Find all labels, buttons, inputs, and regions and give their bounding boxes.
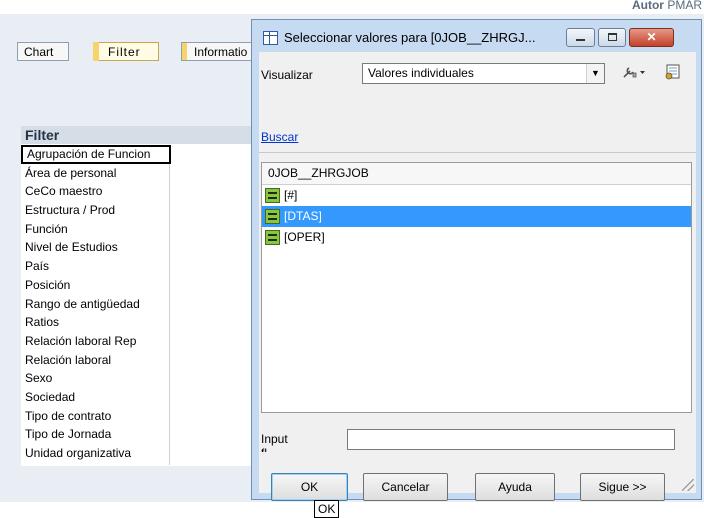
maximize-icon [608,33,617,41]
minimize-button[interactable] [566,28,595,47]
select-values-dialog: Seleccionar valores para [0JOB__ZHRGJ...… [251,19,702,501]
tab-chart-label: Chart [24,45,54,59]
input-label: Input [261,432,288,446]
dialog-titlebar[interactable]: Seleccionar valores para [0JOB__ZHRGJ...… [252,20,701,52]
list-item-label: [#] [284,188,298,202]
filter-item[interactable]: Agrupación de Funcion [21,145,171,164]
ok-tooltip: OK [314,500,340,518]
settings-grid-icon[interactable] [664,64,682,84]
list-item[interactable]: [DTAS] [262,206,691,227]
close-icon: ✕ [646,30,657,44]
next-button[interactable]: Sigue >> [580,473,665,501]
visualizar-value: Valores individuales [368,66,474,80]
visualizar-label: Visualizar [261,68,313,82]
values-list[interactable]: 0JOB__ZHRGJOB [#] [DTAS] [OPER] [261,162,692,413]
filter-item[interactable]: CeCo maestro [21,182,169,201]
resize-grip-icon[interactable] [682,479,694,491]
equals-value-icon [265,209,280,224]
filter-item[interactable]: Posición [21,276,169,295]
filter-item[interactable]: Estructura / Prod [21,201,169,220]
filter-item[interactable]: Sociedad [21,388,169,407]
filter-item[interactable]: Sexo [21,369,169,388]
ok-button[interactable]: OK [271,473,348,501]
list-item-label: [OPER] [284,230,325,244]
filter-item[interactable]: Rango de antigüedad [21,295,169,314]
filter-list: Agrupación de Funcion Área de personal C… [21,145,171,465]
list-column-header[interactable]: 0JOB__ZHRGJOB [262,163,691,185]
dialog-client-area: Visualizar Valores individuales ▼ Buscar… [259,52,696,501]
chevron-down-icon[interactable]: ▼ [586,64,604,83]
cancel-button[interactable]: Cancelar [363,473,448,501]
filter-panel: Filter Agrupación de Funcion Área de per… [21,126,251,466]
visualizar-select[interactable]: Valores individuales ▼ [362,63,605,84]
equals-value-icon [265,230,280,245]
filter-item[interactable]: Área de personal [21,164,169,183]
maximize-button[interactable] [598,28,626,47]
filter-item[interactable]: Nivel de Estudios [21,238,169,257]
dialog-title: Seleccionar valores para [0JOB__ZHRGJ... [284,30,536,45]
filter-item[interactable]: Ratios [21,313,169,332]
author-user: PMAR [667,0,702,12]
wrench-dropdown-icon[interactable] [621,64,647,84]
filter-item[interactable]: Tipo de Jornada [21,425,169,444]
filter-panel-title: Filter [21,126,251,144]
divider [259,152,696,153]
author-label: Autor [631,0,664,12]
minimize-icon [576,39,585,41]
tab-chart[interactable]: Chart [17,42,69,61]
filter-item[interactable]: País [21,257,169,276]
filter-item[interactable]: Tipo de contrato [21,407,169,426]
tab-information[interactable]: Informatio [181,42,261,61]
input-field[interactable] [347,429,675,450]
filter-item[interactable]: Función [21,220,169,239]
close-button[interactable]: ✕ [629,28,674,47]
list-item-label: [DTAS] [284,209,322,223]
window-table-icon [263,31,278,45]
filter-item[interactable]: Relación laboral Rep [21,332,169,351]
equals-value-icon [265,188,280,203]
help-button[interactable]: Ayuda [475,473,555,501]
list-item[interactable]: [#] [262,185,691,206]
input-label-cut: fl... [261,446,288,452]
tab-filter[interactable]: Filter [93,42,159,61]
filter-item[interactable]: Relación laboral [21,351,169,370]
tab-filter-label: Filter [108,45,141,59]
list-item[interactable]: [OPER] [262,227,691,248]
author-info: Autor PMAR [632,0,702,12]
filter-item[interactable]: Unidad organizativa [21,444,169,463]
tab-filter-marker [93,42,99,61]
top-band: Autor PMAR [0,0,704,14]
tab-information-marker [182,43,187,60]
bottom-strip [0,502,704,518]
input-label-block: Input fl... [261,432,288,452]
buscar-link[interactable]: Buscar [261,130,298,144]
tab-information-label: Informatio [194,45,248,59]
